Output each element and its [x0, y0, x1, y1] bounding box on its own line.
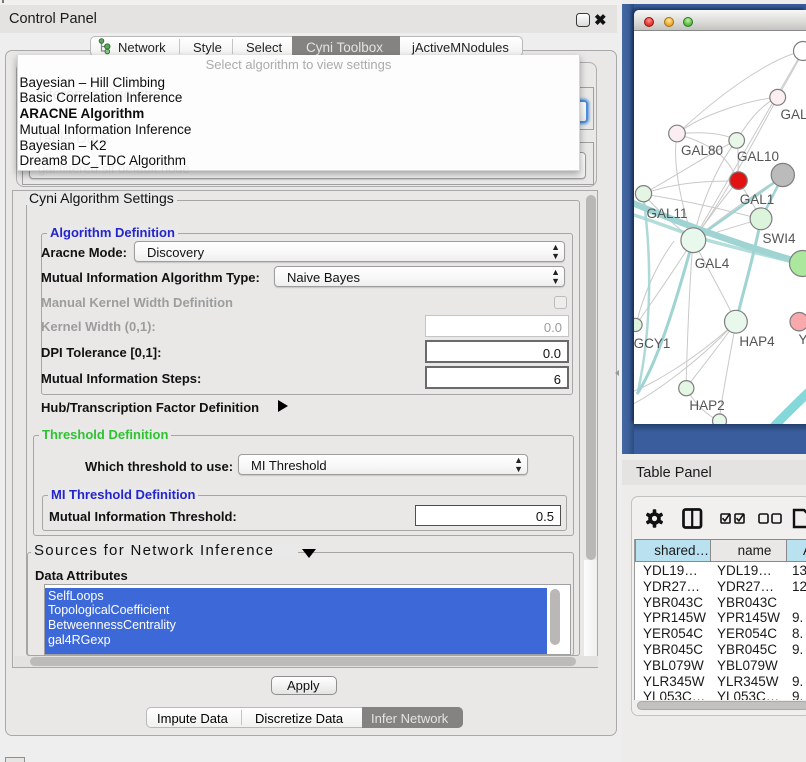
svg-text:GAL80: GAL80 — [681, 143, 723, 158]
svg-text:SWI4: SWI4 — [762, 231, 795, 246]
svg-text:GAL10: GAL10 — [737, 149, 779, 164]
svg-text:GAL: GAL — [780, 107, 806, 122]
svg-text:GCY1: GCY1 — [634, 336, 670, 351]
svg-text:GAL4: GAL4 — [695, 256, 730, 271]
svg-text:Y: Y — [798, 332, 806, 347]
svg-text:GAL11: GAL11 — [646, 206, 687, 221]
svg-text:HAP4: HAP4 — [739, 334, 775, 349]
svg-text:GAL1: GAL1 — [740, 192, 775, 207]
svg-text:HAP2: HAP2 — [689, 398, 724, 413]
